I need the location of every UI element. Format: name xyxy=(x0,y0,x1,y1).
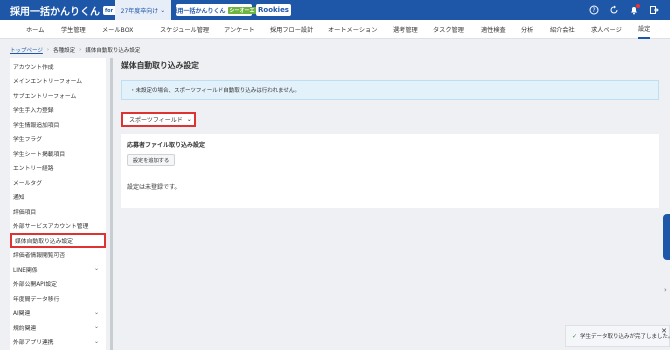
breadcrumb-settings[interactable]: 各種設定 xyxy=(53,46,75,54)
panel-title: 応募者ファイル取り込み設定 xyxy=(127,142,206,149)
nav-recruit-flow[interactable]: 採用フロー設計 xyxy=(270,20,313,39)
sidebar-item-label: 媒体自動取り込み設定 xyxy=(15,238,73,245)
sidebar-item[interactable]: LINE関係 ⌄ xyxy=(10,262,106,277)
nav-schedule[interactable]: スケジュール管理 xyxy=(160,20,209,39)
brand-link-rookies[interactable]: Rookies xyxy=(256,4,291,16)
sidebar-item[interactable]: メインエントリーフォーム xyxy=(10,74,106,89)
chevron-down-icon: ⌄ xyxy=(93,265,99,272)
nav-mailbox[interactable]: メールBOX xyxy=(102,20,133,39)
breadcrumb-current: 媒体自動取り込み設定 xyxy=(85,47,141,54)
chevron-right-icon[interactable]: › xyxy=(664,286,667,294)
sidebar-item-label: エントリー経路 xyxy=(13,166,54,173)
chevron-down-icon: ⌄ xyxy=(160,6,166,14)
sidebar-item-label: 年度間データ移行 xyxy=(13,296,60,303)
settings-sidebar: アカウント作成メインエントリーフォーム サブエントリーフォーム 学生手入力登録 学生情… xyxy=(10,58,106,350)
page-title: 媒体自動取り込み設定 xyxy=(121,61,199,70)
sidebar-item-label: サブエントリーフォーム xyxy=(13,93,77,100)
sidebar-item-label: 外部アプリ連携 xyxy=(13,340,54,347)
nav-job-page[interactable]: 求人ページ xyxy=(591,20,622,39)
logo-text: 採用一括かんりくん xyxy=(10,6,100,18)
chevron-right-icon: › xyxy=(46,46,50,53)
info-notice: ・未設定の場合、スポーツフィールド自動取り込みは行われません。 xyxy=(121,80,659,100)
nav-aptitude[interactable]: 適性検査 xyxy=(481,20,506,39)
nav-home[interactable]: ホーム xyxy=(26,20,44,39)
sidebar-item-label: 評価項目 xyxy=(13,209,37,216)
sidebar-item[interactable]: 年度間データ移行 xyxy=(10,291,106,306)
sidebar-item[interactable]: アカウント作成 xyxy=(10,59,106,74)
nav-students[interactable]: 学生管理 xyxy=(61,20,86,39)
sidebar-item[interactable]: 学生フラグ xyxy=(10,132,106,147)
sidebar-item[interactable]: エントリー経路 xyxy=(10,161,106,176)
sidebar-item-label: メールタグ xyxy=(13,180,42,187)
nav-survey[interactable]: アンケート xyxy=(224,20,255,39)
media-select[interactable]: スポーツフィールド ⌄ xyxy=(121,112,196,127)
sidebar-item-label: 規約関連 xyxy=(13,325,37,332)
sidebar-item[interactable]: 評価項目 xyxy=(10,204,106,219)
sidebar-scrollbar[interactable] xyxy=(110,58,113,350)
check-icon: ✓ xyxy=(572,332,578,340)
year-selector[interactable]: 27年度卒向け ⌄ xyxy=(115,0,171,20)
brand1-badge: シーオーエ xyxy=(227,6,257,14)
sidebar-item-label: 通知 xyxy=(13,195,25,202)
toast-notification: ✓ 学生データ取り込みが完了しました。 ✕ xyxy=(565,325,670,347)
breadcrumb: トップページ › 各種設定 › 媒体自動取り込み設定 xyxy=(10,45,140,54)
sidebar-item[interactable]: 学生手入力登録 xyxy=(10,103,106,118)
import-settings-panel: 応募者ファイル取り込み設定 設定を追加する 設定は未登録です。 xyxy=(121,134,659,208)
sidebar-item[interactable]: 学生情報追加項目 xyxy=(10,117,106,132)
sidebar-item[interactable]: 外部アプリ連携 ⌄ xyxy=(10,335,106,350)
chevron-down-icon: ⌄ xyxy=(186,116,192,123)
sidebar-item-label: 学生シート掲載項目 xyxy=(13,151,66,158)
chevron-down-icon: ⌄ xyxy=(93,308,99,316)
logout-icon[interactable] xyxy=(648,4,660,16)
app-header: 採用一括かんりくん for 新卒 27年度卒向け ⌄ 採用一括かんりくん シーオ… xyxy=(0,0,670,20)
app-logo[interactable]: 採用一括かんりくん for 新卒 xyxy=(10,3,127,18)
sidebar-item[interactable]: AI関連 ⌄ xyxy=(10,306,106,321)
media-select-value: スポーツフィールド xyxy=(129,117,183,124)
nav-agencies[interactable]: 紹介会社 xyxy=(550,20,575,39)
close-icon[interactable]: ✕ xyxy=(661,327,667,335)
side-panel-tab[interactable] xyxy=(663,214,670,260)
sidebar-item[interactable]: 学生シート掲載項目 xyxy=(10,146,106,161)
brand2-label: Rookies xyxy=(258,6,289,14)
refresh-icon[interactable] xyxy=(608,4,620,16)
svg-text:?: ? xyxy=(592,7,595,14)
brand1-label: 採用一括かんりくん xyxy=(171,7,226,15)
sidebar-item-label: 評価者情報閲覧可否 xyxy=(13,253,66,260)
main-nav: ホーム 学生管理 メールBOX スケジュール管理 アンケート 採用フロー設計 オ… xyxy=(0,20,670,39)
sidebar-item-label: AI関連 xyxy=(13,311,31,318)
sidebar-item[interactable]: サブエントリーフォーム xyxy=(10,88,106,103)
sidebar-item[interactable]: メールタグ xyxy=(10,175,106,190)
year-label: 27年度卒向け xyxy=(120,7,159,15)
sidebar-item[interactable]: 外部サービスアカウント管理 xyxy=(10,219,106,234)
sidebar-item[interactable]: 通知 xyxy=(10,190,106,205)
add-setting-button[interactable]: 設定を追加する xyxy=(127,154,175,166)
nav-tasks[interactable]: タスク管理 xyxy=(433,20,464,39)
sidebar-item-label: メインエントリーフォーム xyxy=(13,79,83,86)
sidebar-item-label: 外部公開API設定 xyxy=(13,282,57,289)
nav-selection[interactable]: 選考管理 xyxy=(393,20,418,39)
notification-dot xyxy=(636,4,640,8)
sidebar-item-label: アカウント作成 xyxy=(13,64,54,71)
sidebar-item[interactable]: 評価者情報閲覧可否 xyxy=(10,248,106,263)
sidebar-item-label: 学生情報追加項目 xyxy=(13,122,60,129)
empty-state-text: 設定は未登録です。 xyxy=(127,184,181,191)
chevron-down-icon: ⌄ xyxy=(93,323,99,330)
bell-icon[interactable] xyxy=(628,4,640,16)
nav-settings[interactable]: 設定 xyxy=(638,20,651,39)
brand-link-kanrikun[interactable]: 採用一括かんりくん シーオーエ xyxy=(171,4,257,16)
sidebar-item-label: LINE関係 xyxy=(13,267,38,274)
toast-message: 学生データ取り込みが完了しました。 xyxy=(580,334,670,340)
sidebar-item-label: 学生手入力登録 xyxy=(13,108,54,115)
chevron-down-icon: ⌄ xyxy=(93,337,99,345)
sidebar-item-label: 外部サービスアカウント管理 xyxy=(13,224,89,231)
nav-analytics[interactable]: 分析 xyxy=(521,20,533,39)
breadcrumb-top[interactable]: トップページ xyxy=(10,46,43,54)
sidebar-item[interactable]: 媒体自動取り込み設定 xyxy=(10,233,106,248)
help-icon[interactable]: ? xyxy=(588,4,600,16)
sidebar-item[interactable]: 規約関連 ⌄ xyxy=(10,320,106,335)
sidebar-item-label: 学生フラグ xyxy=(13,137,42,144)
sidebar-item[interactable]: 外部公開API設定 xyxy=(10,277,106,292)
chevron-right-icon: › xyxy=(79,46,82,53)
nav-automation[interactable]: オートメーション xyxy=(328,20,377,39)
